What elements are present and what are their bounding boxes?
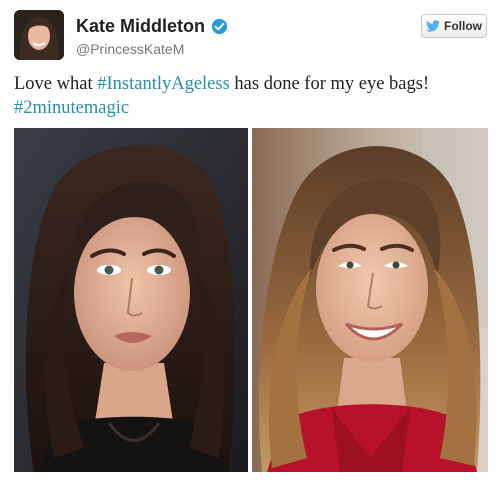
hashtag-link-2minutemagic[interactable]: #2minutemagic <box>14 98 129 118</box>
twitter-bird-icon <box>426 20 440 32</box>
follow-button[interactable]: Follow <box>421 14 487 38</box>
tweet-text-line-2: #2minutemagic <box>14 96 490 120</box>
verified-badge-icon <box>211 18 228 35</box>
tweet-text-line-1: Love what #InstantlyAgeless has done for… <box>14 72 490 96</box>
tweet-photo-left[interactable] <box>14 128 248 472</box>
display-name[interactable]: Kate Middleton <box>76 16 205 37</box>
tweet-photo-right[interactable] <box>252 128 488 472</box>
tweet-text: Love what #InstantlyAgeless has done for… <box>14 72 490 120</box>
hashtag-link-instantlyageless[interactable]: #InstantlyAgeless <box>97 74 230 94</box>
tweet-card: Kate Middleton @PrincessKateM Follow Lov… <box>0 0 500 482</box>
tweet-text-part-1: Love what <box>14 74 98 94</box>
avatar[interactable] <box>14 10 64 60</box>
tweet-text-part-2: has done for my eye bags! <box>229 74 430 94</box>
author-name-row: Kate Middleton <box>76 16 228 37</box>
author-handle[interactable]: @PrincessKateM <box>76 41 184 57</box>
follow-label: Follow <box>444 19 482 33</box>
